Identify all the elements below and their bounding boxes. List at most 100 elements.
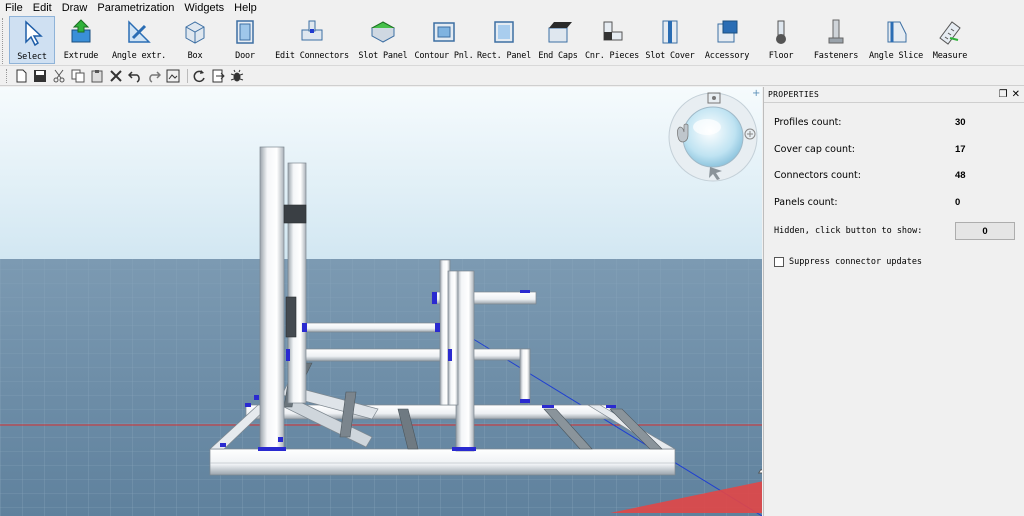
tool-slot-cover-button[interactable]: Slot Cover bbox=[641, 16, 699, 64]
menu-file[interactable]: File bbox=[0, 0, 28, 16]
properties-header: PROPERTIES ❐ ✕ bbox=[764, 87, 1024, 103]
undo-icon[interactable] bbox=[127, 68, 143, 84]
show-hidden-button[interactable]: 0 bbox=[955, 222, 1015, 240]
rotate-icon[interactable] bbox=[191, 68, 207, 84]
cover-cap-count-label: Cover cap count: bbox=[774, 143, 855, 155]
extrude-icon bbox=[71, 19, 91, 43]
cover-cap-count-row: Cover cap count: 17 bbox=[774, 141, 1019, 157]
tool-fasteners-label: Fasteners bbox=[813, 51, 859, 61]
panels-count-value: 0 bbox=[955, 196, 961, 208]
tool-contour-panel-label: Contour Pnl. bbox=[414, 51, 474, 61]
paste-icon[interactable] bbox=[89, 68, 105, 84]
properties-title: PROPERTIES bbox=[768, 90, 820, 99]
redo-icon[interactable] bbox=[146, 68, 162, 84]
copy-icon[interactable] bbox=[70, 68, 86, 84]
contour-panel-icon bbox=[433, 22, 455, 42]
tool-angle-slice-button[interactable]: Angle Slice bbox=[865, 16, 927, 64]
tool-door-button[interactable]: Door bbox=[219, 16, 271, 64]
hidden-label: Hidden, click button to show: bbox=[774, 226, 923, 236]
cut-icon[interactable] bbox=[51, 68, 67, 84]
menu-widgets[interactable]: Widgets bbox=[179, 0, 229, 16]
tool-contour-panel-button[interactable]: Contour Pnl. bbox=[413, 16, 475, 64]
grid-lines bbox=[0, 259, 762, 516]
screenshot-icon[interactable] bbox=[165, 68, 181, 84]
toolbar-separator bbox=[187, 68, 188, 83]
toolbar-grip[interactable] bbox=[2, 18, 8, 64]
3d-viewport[interactable]: + HiFale bbox=[0, 87, 762, 516]
connectors-count-value: 48 bbox=[955, 169, 966, 181]
suppress-connector-updates-checkbox[interactable] bbox=[774, 257, 784, 267]
tool-end-caps-button[interactable]: End Caps bbox=[533, 16, 583, 64]
tool-box-button[interactable]: Box bbox=[171, 16, 219, 64]
tool-extrude-label: Extrude bbox=[63, 51, 99, 61]
tool-edit-connectors-label: Edit Connectors bbox=[275, 51, 349, 61]
tool-select-label: Select bbox=[17, 52, 47, 62]
secondary-toolbar-grip[interactable] bbox=[6, 68, 12, 83]
save-icon[interactable] bbox=[32, 68, 48, 84]
cover-cap-count-value: 17 bbox=[955, 143, 966, 155]
tool-corner-pieces-label: Cnr. Pieces bbox=[584, 51, 640, 61]
door-icon bbox=[236, 20, 254, 44]
tool-angle-extr-button[interactable]: Angle extr. bbox=[107, 16, 171, 64]
suppress-connector-updates-label: Suppress connector updates bbox=[789, 257, 923, 267]
menu-help[interactable]: Help bbox=[229, 0, 262, 16]
edit-connectors-icon bbox=[301, 20, 323, 41]
expand-plus-icon[interactable]: + bbox=[752, 88, 760, 99]
secondary-toolbar bbox=[0, 66, 1024, 86]
app-window: File Edit Draw Parametrization Widgets H… bbox=[0, 0, 1024, 516]
corner-pieces-icon bbox=[603, 21, 623, 41]
tool-rect-panel-button[interactable]: Rect. Panel bbox=[475, 16, 533, 64]
panels-count-label: Panels count: bbox=[774, 196, 838, 208]
new-icon[interactable] bbox=[13, 68, 29, 84]
tool-door-label: Door bbox=[235, 51, 255, 61]
accessory-icon bbox=[717, 20, 738, 43]
angle-slice-icon bbox=[887, 21, 907, 43]
tool-accessory-button[interactable]: Accessory bbox=[699, 16, 755, 64]
slot-cover-icon bbox=[662, 20, 678, 44]
tool-angle-extr-label: Angle extr. bbox=[111, 51, 167, 61]
close-panel-icon[interactable]: ✕ bbox=[1012, 89, 1020, 100]
tool-extrude-button[interactable]: Extrude bbox=[55, 16, 107, 64]
rect-panel-icon bbox=[494, 21, 514, 43]
tool-end-caps-label: End Caps bbox=[538, 51, 578, 61]
tool-select-button[interactable]: Select bbox=[9, 16, 55, 64]
profiles-count-label: Profiles count: bbox=[774, 116, 842, 128]
menu-bar: File Edit Draw Parametrization Widgets H… bbox=[0, 0, 1024, 16]
main-toolbar: Select Extrude Angle extr. Box Door Edit… bbox=[0, 16, 1024, 66]
fasteners-icon bbox=[828, 19, 844, 44]
end-caps-icon bbox=[548, 22, 572, 43]
tool-corner-pieces-button[interactable]: Cnr. Pieces bbox=[583, 16, 641, 64]
tool-rect-panel-label: Rect. Panel bbox=[476, 51, 532, 61]
menu-draw[interactable]: Draw bbox=[57, 0, 93, 16]
suppress-connector-updates-row[interactable]: Suppress connector updates bbox=[774, 257, 922, 267]
delete-icon[interactable] bbox=[108, 68, 124, 84]
slot-panel-icon bbox=[370, 21, 396, 43]
box-icon bbox=[185, 21, 205, 44]
tool-measure-button[interactable]: Measure bbox=[927, 16, 973, 64]
tool-edit-connectors-button[interactable]: Edit Connectors bbox=[271, 16, 353, 64]
menu-edit[interactable]: Edit bbox=[28, 0, 57, 16]
cursor-arrow-icon bbox=[25, 20, 43, 47]
float-panel-icon[interactable]: ❐ bbox=[999, 89, 1008, 100]
bug-icon[interactable] bbox=[229, 68, 245, 84]
tool-measure-label: Measure bbox=[932, 51, 968, 61]
export-icon[interactable] bbox=[210, 68, 226, 84]
tool-floor-button[interactable]: Floor bbox=[755, 16, 807, 64]
measure-icon bbox=[939, 21, 961, 45]
tool-fasteners-button[interactable]: Fasteners bbox=[807, 16, 865, 64]
scene-canvas[interactable]: + bbox=[0, 87, 762, 516]
properties-panel: PROPERTIES ❐ ✕ Profiles count: 30 Cover … bbox=[763, 87, 1024, 516]
sky-background bbox=[0, 87, 762, 259]
tool-floor-label: Floor bbox=[768, 51, 794, 61]
angle-extrude-icon bbox=[128, 20, 151, 43]
tool-slot-cover-label: Slot Cover bbox=[645, 51, 695, 61]
menu-parametrization[interactable]: Parametrization bbox=[92, 0, 179, 16]
tool-accessory-label: Accessory bbox=[704, 51, 750, 61]
tool-slot-panel-label: Slot Panel bbox=[358, 51, 408, 61]
tool-box-label: Box bbox=[187, 51, 203, 61]
profiles-count-row: Profiles count: 30 bbox=[774, 114, 1019, 130]
profiles-count-value: 30 bbox=[955, 116, 966, 128]
tool-angle-slice-label: Angle Slice bbox=[868, 51, 924, 61]
panels-count-row: Panels count: 0 bbox=[774, 194, 1019, 210]
tool-slot-panel-button[interactable]: Slot Panel bbox=[353, 16, 413, 64]
